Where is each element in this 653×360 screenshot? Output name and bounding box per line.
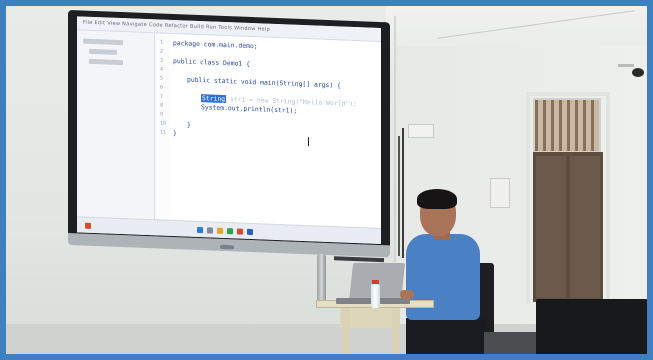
door-panel-right [570, 156, 600, 298]
steel-bottle [317, 254, 326, 304]
cable [398, 136, 400, 256]
line-number: 4 [160, 66, 164, 73]
person-hand [400, 290, 414, 299]
person-hair [417, 189, 457, 209]
person-legs [406, 318, 486, 354]
wooden-door [533, 152, 603, 302]
ide-icon [247, 228, 253, 236]
code-line: } [187, 120, 191, 129]
line-number: 6 [160, 84, 164, 91]
tv-screen: File Edit View Navigate Code Refactor Bu… [77, 16, 381, 245]
wall-socket [490, 178, 510, 208]
lectern-leg [342, 308, 350, 354]
wall-tv: File Edit View Navigate Code Refactor Bu… [68, 10, 390, 263]
search-icon [207, 227, 213, 234]
project-explorer [77, 30, 155, 220]
code-line: public class Demo1 { [173, 57, 250, 68]
code-line: } [173, 129, 177, 138]
tree-item [89, 58, 123, 66]
desk-monitor [536, 299, 647, 354]
widget-icon [85, 222, 91, 229]
line-number: 3 [160, 57, 164, 64]
selected-token: String [201, 94, 227, 104]
classroom-photo: File Edit View Navigate Code Refactor Bu… [6, 6, 647, 354]
door-panel-left [536, 156, 566, 298]
code-editor: 1 package com.main.demo; 2 3 public class De… [157, 33, 381, 229]
switchboard [408, 124, 434, 138]
tree-item [83, 38, 123, 46]
line-number: 10 [160, 120, 167, 127]
photo-frame: File Edit View Navigate Code Refactor Bu… [0, 0, 653, 360]
text-cursor [308, 137, 309, 147]
start-icon [197, 226, 203, 234]
line-number: 7 [160, 93, 164, 100]
screen-glare [287, 78, 377, 152]
water-bottle [371, 284, 380, 308]
line-number: 9 [160, 111, 164, 118]
lectern-leg [392, 308, 400, 354]
line-number: 5 [160, 75, 164, 82]
cable [402, 128, 404, 258]
grilled-window [533, 98, 601, 153]
app-icon [237, 228, 243, 235]
line-number: 1 [160, 39, 164, 46]
tv-logo [220, 244, 234, 250]
code-line: package com.main.demo; [173, 39, 258, 51]
code-line: public static void main(String[] args) { [187, 75, 341, 90]
browser-icon [227, 228, 233, 235]
tree-item [89, 48, 117, 55]
cpu-box [484, 332, 544, 354]
line-number: 8 [160, 102, 164, 109]
camera-mount [618, 64, 634, 67]
line-number: 2 [160, 48, 164, 55]
line-number: 11 [160, 129, 167, 136]
folder-icon [217, 227, 223, 234]
cctv-camera [632, 68, 644, 77]
tv-bracket [334, 256, 384, 263]
